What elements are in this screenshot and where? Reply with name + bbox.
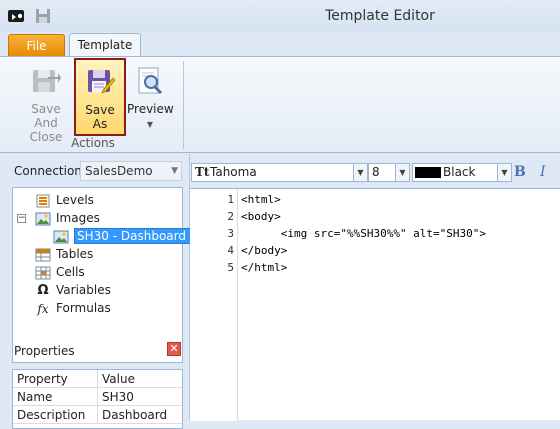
line-number-gutter: 1 2 3 4 5 [190,189,238,421]
close-icon[interactable]: ✕ [167,342,181,356]
tree-item-cells[interactable]: Cells [35,263,85,281]
font-icon: Tt [195,165,210,179]
connection-label: Connection [14,164,82,178]
tree-item-label: Cells [56,265,85,279]
cells-icon [35,266,51,280]
save-as-icon [84,66,116,98]
template-tree[interactable]: Levels − Images SH30 - Dashboard Tables … [12,187,191,363]
tree-item-label: Levels [56,193,94,207]
font-family-value: Tahoma [210,165,257,179]
properties-header-row: Property Value [13,370,182,388]
tree-item-images[interactable]: Images [35,209,100,227]
save-and-close-label: Save And Close [29,102,63,144]
title-bar: Template Editor [0,0,560,32]
code-line[interactable]: <img src="%%SH30%%" alt="SH30"> [241,225,486,242]
editor-toolbar: Tt Tahoma ▼ 8 ▼ Black ▼ B I [190,160,560,186]
images-icon [35,212,51,226]
code-line[interactable]: <html> [241,191,281,208]
chevron-down-icon[interactable]: ▼ [353,164,367,181]
property-name: Name [17,390,53,404]
levels-icon [35,194,51,208]
properties-table: Property Value Name SH30 Description Das… [12,369,183,429]
chevron-down-icon[interactable]: ▼ [395,164,409,181]
omega-icon: Ω [37,282,49,298]
font-size-value: 8 [372,165,380,179]
property-name: Description [17,408,86,422]
line-number: 3 [227,227,234,240]
tables-icon [35,248,51,262]
code-line[interactable]: <body> [241,208,281,225]
image-item-icon [53,230,69,244]
fx-icon: fx [37,301,49,316]
code-line[interactable]: </html> [241,259,287,276]
save-and-close-button[interactable]: Save And Close [18,65,74,144]
tree-item-levels[interactable]: Levels [35,191,94,209]
actions-group-label: Actions [71,136,115,150]
preview-icon [134,65,166,97]
tree-item-label: Variables [56,283,111,297]
column-header-value: Value [97,370,181,388]
save-as-button[interactable]: Save As [74,58,126,136]
save-and-close-icon [30,65,62,97]
connection-select[interactable]: SalesDemo ▼ [80,161,182,181]
ribbon-group-separator [183,61,184,149]
connection-value: SalesDemo [85,164,153,178]
chevron-down-icon[interactable]: ▼ [497,164,511,181]
property-value[interactable]: SH30 [97,388,181,406]
ribbon-tabs: File Template [0,32,560,57]
tab-template[interactable]: Template [69,33,141,57]
window-title: Template Editor [0,8,560,24]
tree-item-label: SH30 - Dashboard [74,228,191,244]
tree-item-label: Formulas [56,301,111,315]
left-panel: Connection SalesDemo ▼ Levels − Images S… [0,154,191,429]
table-row[interactable]: Name SH30 [13,388,182,406]
collapse-images-toggle[interactable]: − [17,214,26,223]
font-color-select[interactable]: Black ▼ [412,163,512,182]
font-color-value: Black [443,165,476,179]
tree-item-formulas[interactable]: fx Formulas [35,299,111,317]
font-size-select[interactable]: 8 ▼ [368,163,410,182]
properties-title: Properties [14,344,75,358]
window-title-text: Template Editor [325,8,435,24]
preview-dropdown-icon[interactable]: ▼ [127,118,173,132]
ribbon: Save And Close Save As Preview ▼ Actions [0,56,560,153]
line-number: 2 [227,210,234,223]
chevron-down-icon: ▼ [171,166,178,176]
save-as-label: Save As [85,103,115,131]
bold-button[interactable]: B [514,164,526,180]
tree-item-label: Images [56,211,100,225]
color-swatch [415,167,441,178]
tree-item-variables[interactable]: Ω Variables [35,281,111,299]
tree-item-label: Tables [56,247,94,261]
property-value[interactable]: Dashboard [97,406,181,424]
column-header-property: Property [17,372,68,386]
code-line[interactable]: </body> [241,242,287,259]
preview-label: Preview [127,102,174,116]
table-row[interactable]: Description Dashboard [13,406,182,424]
font-family-select[interactable]: Tt Tahoma ▼ [191,163,368,182]
code-editor[interactable]: 1 2 3 4 5 <html> <body> <img src="%%SH30… [190,188,560,421]
italic-button[interactable]: I [540,164,546,180]
preview-button[interactable]: Preview ▼ [127,65,174,132]
line-number: 4 [227,244,234,257]
line-number: 1 [227,193,234,206]
tree-item-tables[interactable]: Tables [35,245,93,263]
line-number: 5 [227,261,234,274]
tab-file[interactable]: File [8,34,65,56]
tree-item-sh30-dashboard[interactable]: SH30 - Dashboard [53,227,191,245]
